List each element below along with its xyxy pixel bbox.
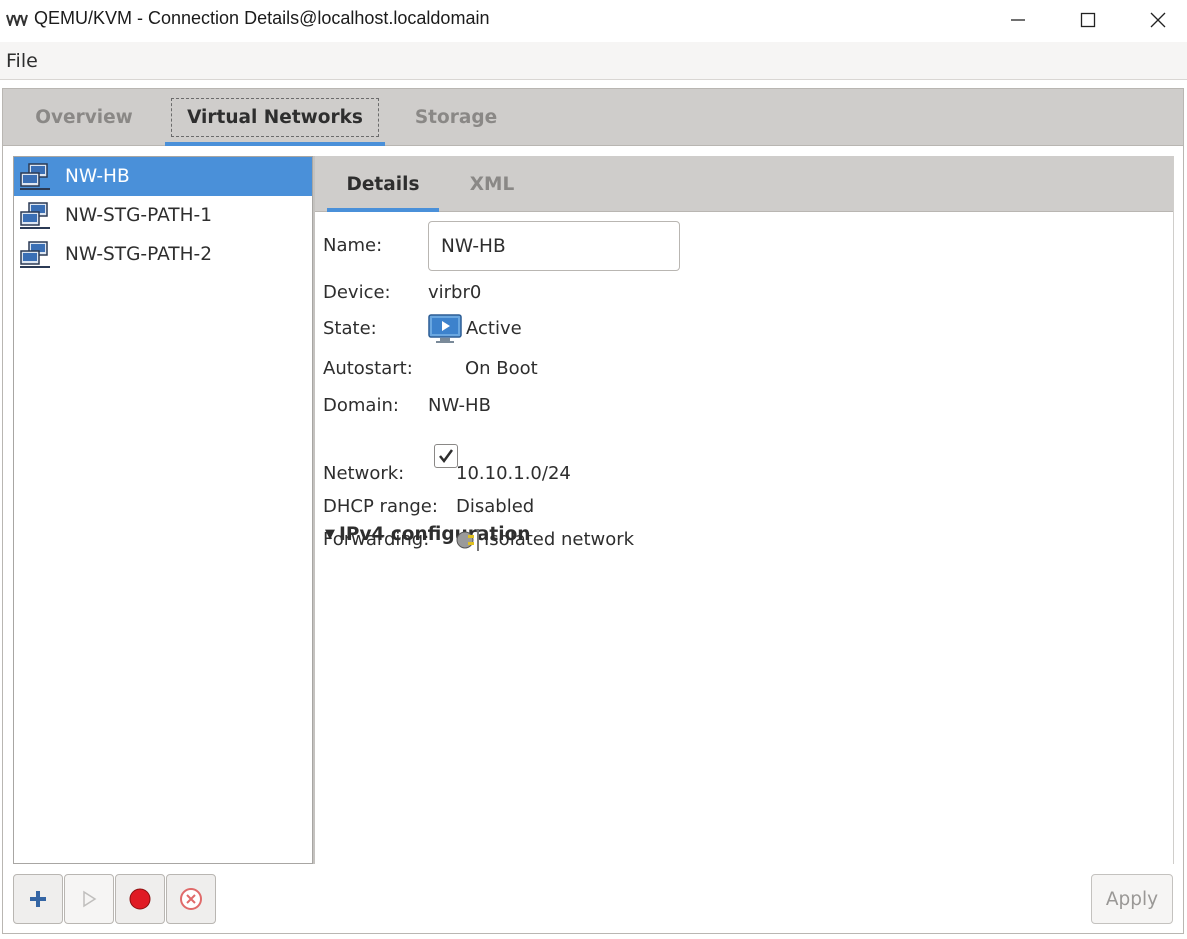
maximize-icon [1080, 12, 1096, 28]
network-item-nw-hb[interactable]: NW-HB [14, 157, 312, 196]
forwarding-label: Forwarding: [323, 529, 430, 550]
stop-icon [129, 888, 151, 910]
active-tab-indicator [327, 208, 439, 212]
device-label: Device: [323, 282, 391, 303]
network-item-nw-stg-path-2[interactable]: NW-STG-PATH-2 [14, 235, 312, 274]
state-label: State: [323, 318, 377, 339]
name-label: Name: [323, 235, 383, 256]
close-button[interactable] [1123, 0, 1187, 40]
start-icon [83, 890, 97, 908]
domain-label: Domain: [323, 395, 399, 416]
autostart-checkbox[interactable] [434, 444, 458, 468]
maximize-button[interactable] [1053, 0, 1123, 40]
menu-file[interactable]: File [6, 50, 38, 72]
active-tab-indicator [165, 142, 385, 146]
dhcp-label: DHCP range: [323, 496, 438, 517]
apply-button[interactable]: Apply [1091, 874, 1173, 924]
network-icon [20, 201, 50, 229]
detail-tab-bar: Details XML [315, 156, 1174, 212]
dhcp-value: Disabled [456, 496, 535, 517]
tab-details[interactable]: Details [327, 156, 439, 212]
device-value: virbr0 [428, 282, 482, 303]
start-network-button[interactable] [64, 874, 114, 924]
vmm-logo-icon [6, 14, 28, 26]
network-item-nw-stg-path-1[interactable]: NW-STG-PATH-1 [14, 196, 312, 235]
autostart-label: Autostart: [323, 358, 413, 379]
delete-network-button[interactable] [166, 874, 216, 924]
minimize-icon [1011, 19, 1025, 21]
network-list: NW-HB NW-STG-PATH-1 NW-STG-PATH-2 [13, 156, 313, 864]
tab-storage[interactable]: Storage [393, 89, 519, 146]
tab-xml[interactable]: XML [447, 156, 537, 212]
pane-divider[interactable] [313, 156, 315, 864]
network-icon [20, 240, 50, 268]
window-title: QEMU/KVM - Connection Details@localhost.… [34, 8, 490, 28]
title-bar: QEMU/KVM - Connection Details@localhost.… [0, 0, 1187, 40]
tab-virtual-networks[interactable]: Virtual Networks [165, 89, 385, 146]
minimize-button[interactable] [983, 0, 1053, 40]
network-label: Network: [323, 463, 405, 484]
add-icon [30, 891, 46, 907]
delete-icon [180, 888, 202, 910]
isolated-plug-icon [456, 529, 479, 551]
state-value: Active [466, 318, 522, 339]
autostart-value[interactable]: On Boot [465, 358, 538, 379]
checkmark-icon [439, 449, 454, 464]
main-tab-bar: Overview Virtual Networks Storage [3, 89, 1183, 146]
network-icon [20, 162, 50, 190]
running-monitor-icon [428, 314, 462, 343]
add-network-button[interactable] [13, 874, 63, 924]
domain-value: NW-HB [428, 395, 491, 416]
tab-overview[interactable]: Overview [11, 89, 157, 146]
network-value: 10.10.1.0/24 [456, 463, 571, 484]
stop-network-button[interactable] [115, 874, 165, 924]
connection-details-frame: Overview Virtual Networks Storage NW-HB [2, 88, 1184, 934]
name-input[interactable] [428, 221, 680, 271]
menu-bar: File [0, 42, 1187, 80]
forwarding-value: Isolated network [484, 529, 635, 550]
close-icon [1150, 12, 1166, 28]
